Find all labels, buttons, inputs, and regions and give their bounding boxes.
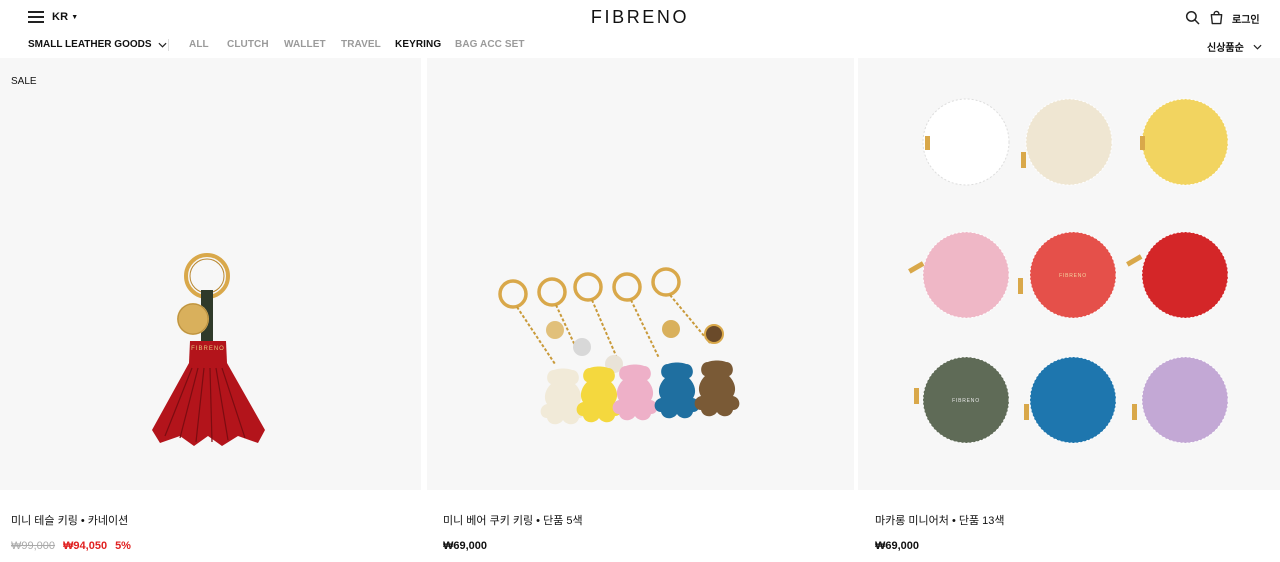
sort-label: 신상품순 <box>1207 43 1244 54</box>
tab-clutch[interactable]: CLUTCH <box>227 39 269 50</box>
tassel-keyring-image: FIBRENO <box>152 253 265 446</box>
sort-dropdown[interactable]: 신상품순 <box>1207 39 1262 54</box>
product-name[interactable]: 미니 베어 쿠키 키링 • 단품 5색 <box>443 512 583 528</box>
price-row: ₩99,000 ₩94,050 5% <box>11 540 131 552</box>
brand-mark-text: FIBRENO <box>1059 273 1087 279</box>
product-image[interactable]: FIBRENO FIBRENO <box>858 58 1280 490</box>
top-bar: KR ▼ FIBRENO 로그인 <box>0 0 1280 34</box>
product-card[interactable]: 미니 베어 쿠키 키링 • 단품 5색 ₩69,000 <box>427 58 854 562</box>
product-image[interactable]: SALE FIBRENO <box>0 58 421 490</box>
tab-travel[interactable]: TRAVEL <box>341 39 381 50</box>
product-image[interactable] <box>427 58 854 490</box>
category-nav: SMALL LEATHER GOODS ALL CLUTCH WALLET TR… <box>0 34 1280 56</box>
price-row: ₩69,000 <box>875 540 919 552</box>
cart-icon[interactable] <box>1209 10 1224 25</box>
tab-keyring[interactable]: KEYRING <box>395 39 441 50</box>
search-icon[interactable] <box>1185 10 1200 25</box>
bear-keyring-image <box>498 267 740 425</box>
tab-wallet[interactable]: WALLET <box>284 39 326 50</box>
price: ₩69,000 <box>875 540 920 552</box>
category-label: SMALL LEATHER GOODS <box>28 39 152 50</box>
original-price: ₩99,000 <box>11 540 56 552</box>
product-card[interactable]: FIBRENO FIBRENO 마카롱 미니어처 • 단품 13색 ₩69,00… <box>858 58 1280 562</box>
price: ₩69,000 <box>443 540 488 552</box>
brand-mark-text: FIBRENO <box>191 346 225 352</box>
login-link[interactable]: 로그인 <box>1232 11 1260 26</box>
product-name[interactable]: 미니 테슬 키링 • 카네이션 <box>11 512 128 528</box>
chevron-down-icon <box>158 42 167 48</box>
tab-bag-acc-set[interactable]: BAG ACC SET <box>455 39 525 50</box>
nav-divider <box>168 39 169 51</box>
chevron-down-icon <box>1253 44 1262 50</box>
brand-logo[interactable]: FIBRENO <box>0 7 1280 28</box>
sale-price: ₩94,050 <box>63 540 108 552</box>
macaron-pouch-image: FIBRENO FIBRENO <box>908 98 1229 444</box>
product-card[interactable]: SALE FIBRENO 미니 테슬 키링 • 카네이션 ₩99,000 ₩94… <box>0 58 421 562</box>
price-row: ₩69,000 <box>443 540 487 552</box>
category-dropdown[interactable]: SMALL LEATHER GOODS <box>28 39 167 50</box>
tab-all[interactable]: ALL <box>189 39 209 50</box>
discount-rate: 5% <box>115 540 131 552</box>
product-name[interactable]: 마카롱 미니어처 • 단품 13색 <box>875 512 1005 528</box>
brand-mark-text: FIBRENO <box>952 398 980 404</box>
